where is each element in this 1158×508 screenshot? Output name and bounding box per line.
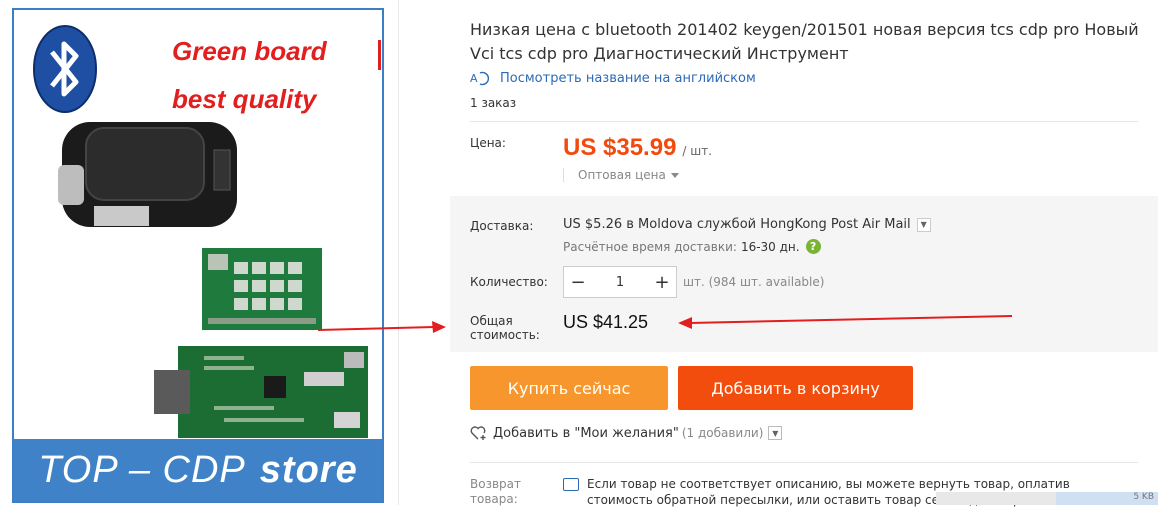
wholesale-label[interactable]: Оптовая цена <box>578 168 666 182</box>
add-to-wishlist[interactable]: Добавить в "Мои желания" (1 добавили) ▼ <box>470 425 783 441</box>
product-image[interactable]: Green board best quality TOP – CDP store <box>12 8 384 503</box>
store-brand-text: TOP – CDP <box>38 448 246 491</box>
panel-divider <box>398 0 399 505</box>
quantity-increase-button[interactable]: + <box>648 267 676 297</box>
vci-device-image <box>58 122 237 227</box>
delivery-estimate: Расчётное время доставки: 16-30 дн. ? <box>563 239 821 254</box>
quantity-decrease-button[interactable]: − <box>564 267 592 297</box>
divider <box>470 121 1138 122</box>
shipping-method-text[interactable]: US $5.26 в Moldova службой HongKong Post… <box>563 217 911 232</box>
wishlist-label[interactable]: Добавить в "Мои желания" <box>493 426 679 441</box>
add-to-cart-button[interactable]: Добавить в корзину <box>678 366 913 410</box>
quantity-label: Количество: <box>470 275 548 289</box>
product-title: Низкая цена с bluetooth 201402 keygen/20… <box>470 20 1139 63</box>
total-amount: US $41.25 <box>563 312 649 332</box>
help-icon[interactable]: ? <box>805 239 821 254</box>
image-edge-mark <box>378 40 381 70</box>
translate-title-link[interactable]: A Посмотреть название на английском <box>470 70 756 86</box>
quantity-input[interactable]: 1 <box>592 275 648 290</box>
orders-count: 1 заказ <box>470 96 517 110</box>
price-unit: / шт. <box>682 144 713 158</box>
total-label-line-2: стоимость: <box>470 328 540 342</box>
shipping-label: Доставка: <box>470 219 534 233</box>
returns-label-line-1: Возврат <box>470 477 521 491</box>
wholesale-price-dropdown[interactable]: Оптовая цена <box>563 168 679 182</box>
price-label: Цена: <box>470 136 506 150</box>
svg-text:A: A <box>470 72 478 85</box>
translate-icon: A <box>470 71 490 86</box>
store-banner: TOP – CDP store <box>14 439 382 501</box>
store-word-text: store <box>259 448 358 491</box>
load-progress-bar: 5 KB <box>936 492 1158 505</box>
buy-now-button[interactable]: Купить сейчас <box>470 366 668 410</box>
product-image-panel[interactable]: Green board best quality TOP – CDP store <box>0 0 392 505</box>
promo-line-1: Green board <box>172 36 327 66</box>
returns-label: Возврат товара: <box>470 477 540 507</box>
total-label-line-1: Общая <box>470 314 513 328</box>
green-board-image-1 <box>202 248 322 330</box>
price: US $35.99 / шт. <box>563 134 712 162</box>
translate-link-text[interactable]: Посмотреть название на английском <box>500 71 756 86</box>
quantity-availability: шт. (984 шт. available) <box>683 275 825 289</box>
caret-down-icon <box>670 172 679 178</box>
chevron-down-icon[interactable]: ▼ <box>768 426 783 440</box>
divider <box>470 462 1138 463</box>
price-amount: US $35.99 <box>563 134 677 161</box>
green-board-image-2 <box>154 346 368 438</box>
product-details: Низкая цена с bluetooth 201402 keygen/20… <box>450 0 1158 507</box>
wishlist-count: (1 добавили) <box>681 426 764 440</box>
heart-plus-icon <box>470 426 486 440</box>
load-size-text: 5 KB <box>1133 492 1154 502</box>
chevron-down-icon[interactable]: ▼ <box>916 217 931 232</box>
delivery-estimate-label: Расчётное время доставки: <box>563 239 737 254</box>
total-label: Общая стоимость: <box>470 314 540 342</box>
delivery-days: 16-30 дн. <box>740 239 800 254</box>
bluetooth-icon <box>33 25 97 113</box>
quantity-stepper: − 1 + <box>563 266 677 298</box>
shipping-method[interactable]: US $5.26 в Moldova службой HongKong Post… <box>563 217 931 232</box>
policy-icon <box>563 478 579 491</box>
